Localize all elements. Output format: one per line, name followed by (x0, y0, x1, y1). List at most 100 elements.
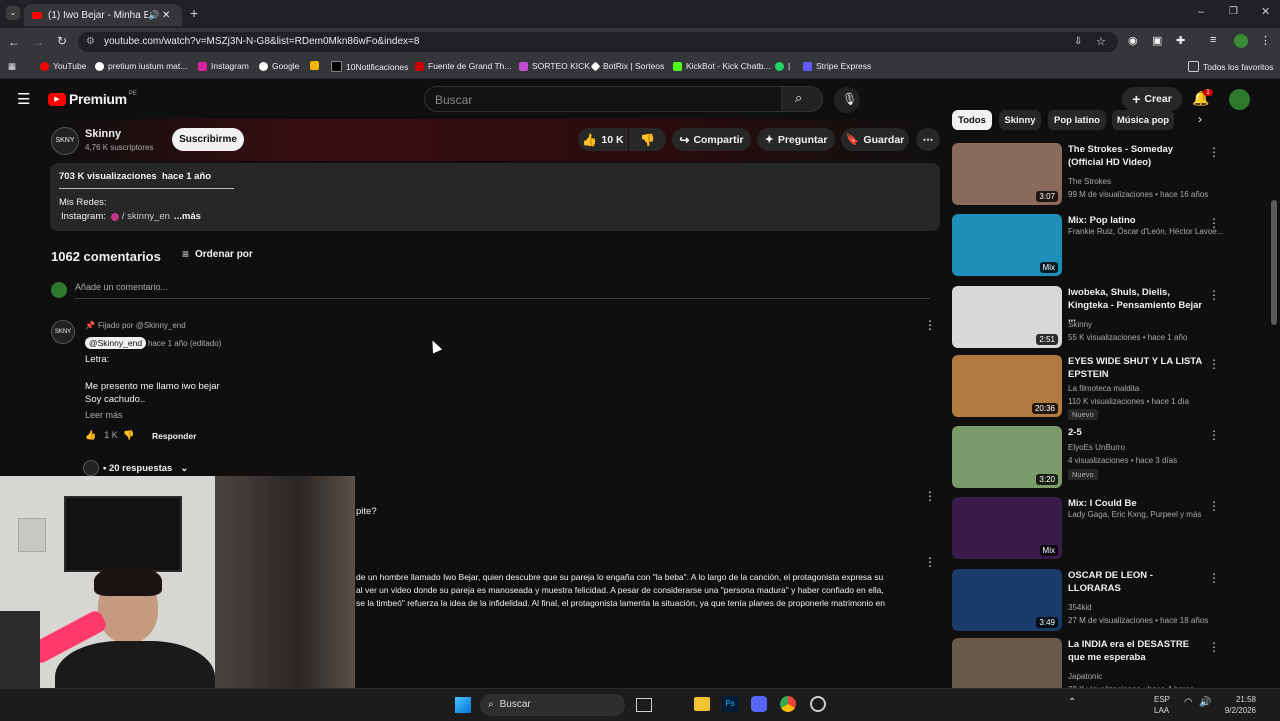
video-title[interactable]: 2-5 (1068, 426, 1208, 439)
new-tab-button[interactable]: + (190, 5, 198, 21)
video-channel[interactable]: Japatonic (1068, 672, 1102, 681)
video-menu-icon[interactable]: ⋮ (1208, 145, 1220, 159)
voice-search-button[interactable]: 🎙 (834, 87, 860, 113)
bookmark-star-icon[interactable]: ☆ (1096, 32, 1106, 52)
comment-menu-icon[interactable]: ⋮ (924, 318, 936, 332)
create-button[interactable]: + Crear (1122, 87, 1182, 111)
video-thumbnail[interactable]: 3:07 (952, 143, 1062, 205)
back-icon[interactable]: ← (8, 35, 20, 49)
wifi-icon[interactable]: ◠ (1184, 697, 1193, 708)
app-icon-chrome[interactable] (780, 696, 796, 712)
related-video-item[interactable]: 3:49 OSCAR DE LEON - LLORARAS 354kid 27 M d… (952, 569, 1262, 633)
site-info-icon[interactable]: ⚙ (86, 32, 95, 52)
more-actions-button[interactable]: ⋯ (916, 128, 940, 151)
sort-button[interactable]: ≡ Ordenar por (182, 247, 253, 261)
related-video-item[interactable]: 20:36 EYES WIDE SHUT Y LA LISTA EPSTEIN La… (952, 355, 1262, 420)
video-thumbnail[interactable]: 20:36 (952, 355, 1062, 417)
video-menu-icon[interactable]: ⋮ (1208, 571, 1220, 585)
video-menu-icon[interactable]: ⋮ (1208, 499, 1220, 513)
address-bar[interactable]: ⚙ youtube.com/watch?v=MSZj3N-N-G8&list=R… (78, 32, 1118, 52)
video-thumbnail[interactable]: 3:20 (952, 426, 1062, 488)
channel-name[interactable]: Skinny (85, 128, 121, 140)
video-title[interactable]: Mix: Pop latino (1068, 214, 1208, 227)
youtube-logo[interactable]: ▶ Premium PE (48, 91, 137, 107)
extension-icon[interactable]: ◉ (1128, 34, 1138, 47)
ask-button[interactable]: ✦ Preguntar (757, 128, 835, 151)
video-channel[interactable]: Lady Gaga, Eric Kxng, Purpeel y más (1068, 510, 1201, 519)
all-bookmarks[interactable]: Todos los favoritos (1188, 61, 1273, 72)
install-icon[interactable]: ⇩ (1074, 32, 1082, 52)
account-avatar[interactable] (1229, 89, 1250, 110)
video-title[interactable]: La INDIA era el DESASTRE que me esperaba (1068, 638, 1208, 664)
taskbar-search[interactable]: ⌕ Buscar (480, 694, 625, 716)
reply-button[interactable]: Responder (152, 431, 196, 441)
bookmark-pretium[interactable]: pretium iustum mat... (95, 61, 187, 71)
bookmark-instagram[interactable]: Instagram (198, 61, 249, 71)
profile-avatar[interactable] (1234, 34, 1248, 48)
like-button[interactable]: 👍 10 K (578, 128, 628, 151)
related-video-item[interactable]: Mix Mix: Pop latino Frankie Ruiz, Óscar d'… (952, 214, 1262, 278)
tray-chevron-icon[interactable]: ⌃ (1068, 697, 1076, 708)
tab-close-icon[interactable]: ✕ (162, 10, 174, 21)
search-button[interactable]: ⌕ (781, 86, 823, 112)
description-box[interactable]: 703 K visualizaciones hace 1 año Mis Red… (50, 163, 940, 231)
browser-tab-active[interactable]: (1) Iwo Bejar - Minha Espo 🔊 ✕ (24, 4, 182, 26)
page-scrollbar[interactable] (1271, 200, 1277, 325)
save-button[interactable]: 🔖 Guardar (841, 128, 909, 151)
task-view-icon[interactable] (636, 698, 652, 712)
video-title[interactable]: Mix: I Could Be (1068, 497, 1208, 510)
bookmark-whatsapp[interactable]: | (775, 61, 790, 71)
video-title[interactable]: EYES WIDE SHUT Y LA LISTA EPSTEIN (1068, 355, 1208, 381)
video-thumbnail[interactable]: Mix (952, 214, 1062, 276)
bookmark-youtube[interactable]: YouTube (40, 61, 86, 71)
reload-icon[interactable]: ↻ (57, 34, 67, 48)
subscribe-button[interactable]: Suscribirme (172, 128, 244, 151)
comment-avatar[interactable]: SKNY (51, 320, 75, 344)
start-button[interactable] (455, 697, 471, 713)
video-channel[interactable]: ElyoEs UnBurro (1068, 443, 1125, 452)
bookmark-sorteo[interactable]: SORTEO KICK (519, 61, 590, 71)
video-title[interactable]: OSCAR DE LEON - LLORARAS (1068, 569, 1208, 595)
chrome-menu-icon[interactable]: ⋮ (1260, 34, 1271, 47)
video-thumbnail[interactable]: 3:49 (952, 569, 1062, 631)
bookmark-fuente[interactable]: Fuente de Grand Th... (415, 61, 511, 71)
comment-time[interactable]: hace 1 año (editado) (148, 339, 221, 348)
tab-search-button[interactable]: ⌄ (6, 6, 20, 20)
video-channel[interactable]: The Strokes (1068, 177, 1111, 186)
read-more-link[interactable]: Leer más (85, 410, 123, 420)
video-menu-icon[interactable]: ⋮ (1208, 216, 1220, 230)
puzzle-icon[interactable]: ✚ (1176, 34, 1185, 47)
show-more-link[interactable]: ...más (174, 211, 201, 222)
video-menu-icon[interactable]: ⋮ (1208, 640, 1220, 654)
share-button[interactable]: ↪ Compartir (672, 128, 751, 151)
comment-like-button[interactable]: 👍 1 K (85, 430, 118, 441)
video-channel[interactable]: 354kid (1068, 603, 1092, 612)
app-icon-steam[interactable] (810, 696, 826, 712)
forward-icon[interactable]: → (32, 35, 44, 49)
dislike-button[interactable]: 👎 (629, 128, 666, 151)
comment-author-badge[interactable]: @Skinny_end (85, 337, 147, 349)
restore-button[interactable]: ❐ (1229, 6, 1238, 17)
bookmark-kickbot[interactable]: KickBot - Kick Chatb... (673, 61, 771, 71)
app-icon-explorer[interactable] (694, 697, 710, 711)
related-video-item[interactable]: 3:07 The Strokes - Someday (Official HD V… (952, 143, 1262, 207)
video-thumbnail[interactable]: 2:51 (952, 286, 1062, 348)
bookmark-icon-only[interactable] (310, 61, 323, 70)
channel-avatar[interactable]: SKNY (51, 127, 79, 155)
clock[interactable]: 21:58 9/2/2026 (1218, 694, 1256, 716)
instagram-handle[interactable]: / skinny_en (122, 211, 170, 222)
related-video-item[interactable]: Mix Mix: I Could Be Lady Gaga, Eric Kxng, … (952, 497, 1262, 561)
video-title[interactable]: The Strokes - Someday (Official HD Video… (1068, 143, 1208, 169)
bookmark-google[interactable]: Google (259, 61, 299, 71)
reading-list-icon[interactable]: ≡ (1210, 34, 1216, 46)
bookmark-botrix[interactable]: BotRix | Sorteos (590, 61, 664, 71)
apps-icon[interactable]: ▦ (8, 61, 16, 72)
language-indicator[interactable]: ESP LAA (1154, 694, 1170, 716)
replies-toggle[interactable]: • 20 respuestas ⌄ (83, 460, 188, 476)
chip-all[interactable]: Todos (952, 110, 992, 130)
search-input[interactable]: Buscar (424, 86, 782, 112)
bookmark-stripe[interactable]: Stripe Express (803, 61, 871, 71)
related-video-item[interactable]: 3:20 2-5 ElyoEs UnBurro 4 visualizaciones •… (952, 426, 1262, 490)
video-menu-icon[interactable]: ⋮ (1208, 428, 1220, 442)
add-comment-input[interactable]: Añade un comentario... (75, 282, 930, 299)
